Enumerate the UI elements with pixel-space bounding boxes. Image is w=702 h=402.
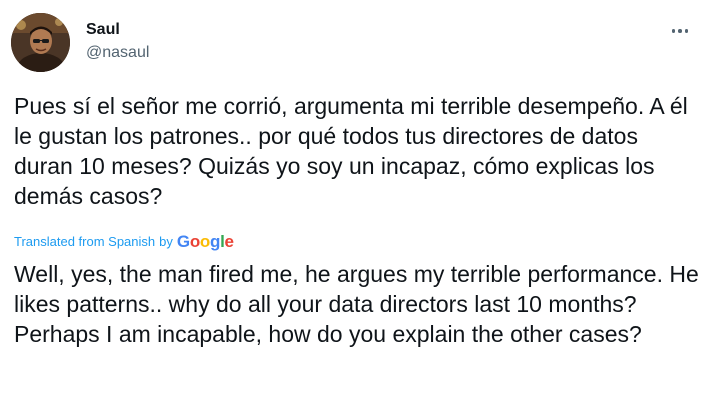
tweet-original-text: Pues sí el señor me corrió, argumenta mi… (14, 93, 688, 209)
by-label: by (159, 234, 173, 249)
more-horizontal-icon (678, 29, 682, 33)
more-horizontal-icon (671, 29, 676, 33)
translated-from-label[interactable]: Translated from Spanish (14, 234, 155, 250)
tweet-translation-text: Well, yes, the man fired me, he argues m… (14, 261, 699, 347)
user-handle[interactable]: @nasaul (86, 43, 149, 63)
translation-attribution[interactable]: Translated from Spanish by Google (14, 232, 234, 252)
profile-photo (11, 13, 70, 72)
display-name[interactable]: Saul (86, 20, 120, 40)
more-options-button[interactable] (667, 21, 693, 41)
more-horizontal-icon (684, 29, 689, 33)
avatar[interactable] (11, 13, 70, 72)
google-logo: Google (176, 232, 234, 251)
tweet-card: Saul @nasaul Pues sí el señor me corrió,… (0, 0, 702, 402)
